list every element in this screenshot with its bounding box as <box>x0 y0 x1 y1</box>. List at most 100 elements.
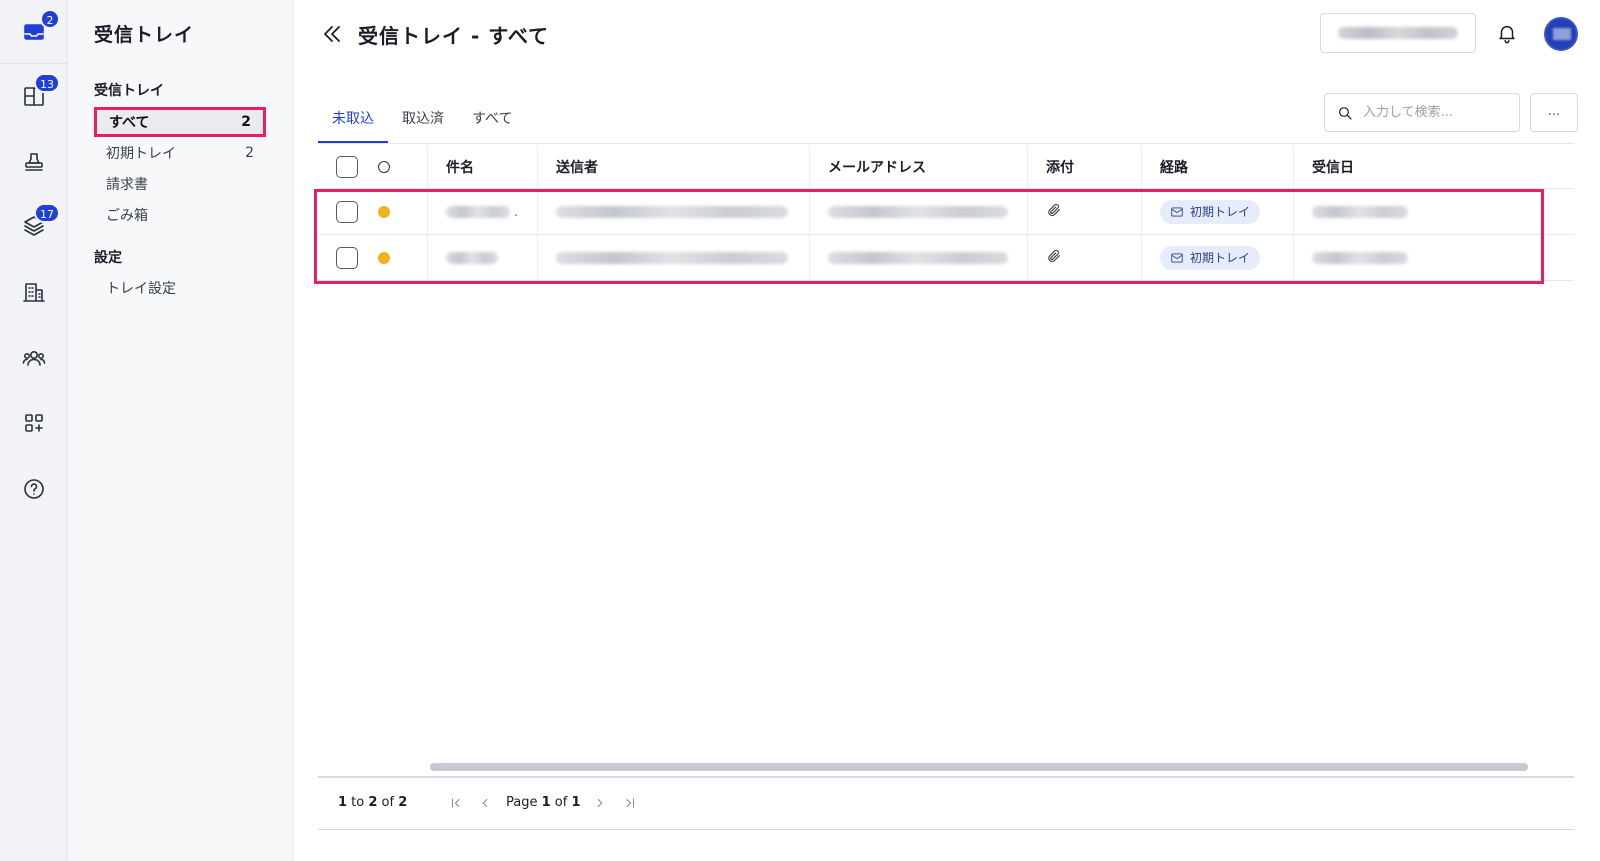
icon-rail: 2 13 17 <box>0 0 68 861</box>
sidebar-section-inbox: 受信トレイ <box>94 83 164 99</box>
mail-icon <box>1171 206 1183 217</box>
page-total: 1 <box>571 795 581 810</box>
table-row[interactable]: 初期トレイ <box>318 235 1574 281</box>
column-header-sender[interactable]: 送信者 <box>538 145 810 188</box>
received-date-cell <box>1294 235 1574 280</box>
column-header-subject[interactable]: 件名 <box>428 145 538 188</box>
count-from: 1 <box>338 795 348 810</box>
route-label: 初期トレイ <box>1190 205 1251 219</box>
page-indicator: Page 1 of 1 <box>506 795 581 810</box>
sidebar-item-label: ごみ箱 <box>106 208 148 224</box>
chevron-left-icon <box>482 799 488 807</box>
horizontal-scrollbar[interactable] <box>430 760 1578 772</box>
count-of-word: of <box>377 795 399 810</box>
help-icon <box>24 479 44 499</box>
tab-not-imported[interactable]: 未取込 <box>318 104 388 144</box>
tab-imported[interactable]: 取込済 <box>388 104 458 144</box>
table-row[interactable]: . 初期トレイ <box>318 189 1574 235</box>
apps-add-icon <box>25 414 43 432</box>
search-icon <box>1339 106 1352 120</box>
mail-icon <box>1171 252 1183 263</box>
sidebar-section-settings: 設定 <box>94 250 122 266</box>
email-cell <box>810 235 1028 280</box>
attachment-button[interactable] <box>1046 202 1062 222</box>
sidebar-item-initial-tray[interactable]: 初期トレイ 2 <box>94 138 266 168</box>
building-icon <box>23 283 45 302</box>
rail-help[interactable] <box>14 469 54 509</box>
sidebar-item-label: トレイ設定 <box>106 281 176 297</box>
more-options-button[interactable]: ... <box>1530 93 1578 132</box>
row-select-cell <box>318 189 428 234</box>
bell-icon <box>1499 25 1515 44</box>
rail-layout[interactable]: 13 <box>14 73 60 116</box>
double-chevron-left-icon <box>324 26 340 42</box>
date-redacted <box>1312 205 1408 218</box>
sidebar-item-trash[interactable]: ごみ箱 <box>94 200 266 230</box>
last-page-button[interactable] <box>620 793 640 813</box>
row-checkbox[interactable] <box>336 200 358 223</box>
column-header-attachment[interactable]: 添付 <box>1028 145 1142 188</box>
next-page-button[interactable] <box>590 793 610 813</box>
attachment-button[interactable] <box>1046 248 1062 268</box>
row-checkbox[interactable] <box>336 246 358 269</box>
read-status-icon <box>378 160 390 173</box>
layers-badge: 17 <box>34 203 60 223</box>
rail-apps[interactable] <box>14 403 54 443</box>
sender-redacted <box>556 251 788 264</box>
rail-inbox[interactable]: 2 <box>14 9 60 52</box>
rail-users[interactable] <box>14 338 54 378</box>
layout-badge: 13 <box>34 73 60 93</box>
secondary-sidebar: 受信トレイ 受信トレイ すべて 2 初期トレイ 2 請求書 ごみ箱 設定 トレイ… <box>68 0 294 861</box>
sidebar-item-label: 請求書 <box>106 177 148 193</box>
search-box[interactable] <box>1324 93 1520 132</box>
subject-ellipsis: . <box>514 204 518 219</box>
footer-bottom-divider <box>318 829 1574 830</box>
sidebar-item-label: 初期トレイ <box>106 146 176 162</box>
sidebar-item-tray-settings[interactable]: トレイ設定 <box>94 273 266 303</box>
footer-divider <box>318 776 1574 778</box>
sidebar-item-invoices[interactable]: 請求書 <box>94 169 266 199</box>
tab-all[interactable]: すべて <box>458 104 526 144</box>
route-label: 初期トレイ <box>1190 251 1251 265</box>
unread-dot <box>378 205 390 218</box>
account-name-redacted <box>1338 27 1458 39</box>
sidebar-item-all[interactable]: すべて 2 <box>94 107 266 137</box>
sidebar-item-label: すべて <box>109 115 150 131</box>
attachment-cell <box>1028 235 1142 280</box>
avatar[interactable] <box>1544 17 1578 51</box>
table-header: 件名 送信者 メールアドレス 添付 経路 受信日 <box>318 145 1574 189</box>
tabs-divider <box>318 143 1574 144</box>
column-header-email[interactable]: メールアドレス <box>810 145 1028 188</box>
scrollbar-thumb[interactable] <box>430 763 1528 771</box>
column-header-route[interactable]: 経路 <box>1142 145 1294 188</box>
email-redacted <box>828 251 1008 264</box>
email-cell <box>810 189 1028 234</box>
page-current: 1 <box>541 795 551 810</box>
first-page-button[interactable] <box>446 793 466 813</box>
previous-page-button[interactable] <box>475 793 495 813</box>
subject-redacted <box>446 251 498 264</box>
header-select-cell <box>318 145 428 188</box>
sidebar-item-count: 2 <box>241 114 251 130</box>
page-word: Page <box>506 795 542 810</box>
rail-stamp[interactable] <box>14 142 54 182</box>
rail-layers[interactable]: 17 <box>14 203 60 246</box>
subject-redacted <box>446 205 510 218</box>
tab-bar: 未取込 取込済 すべて <box>318 104 526 144</box>
subject-cell <box>428 235 538 280</box>
row-count-summary: 1 to 2 of 2 <box>338 795 407 810</box>
column-header-received-date[interactable]: 受信日 <box>1294 145 1574 188</box>
notifications-button[interactable] <box>1496 22 1520 46</box>
received-date-cell <box>1294 189 1574 234</box>
search-input[interactable] <box>1363 105 1513 120</box>
main-content: 受信トレイ - すべて 未取込 取込済 すべて ... 件名 送信者 メールアド… <box>294 0 1600 861</box>
sender-redacted <box>556 205 788 218</box>
collapse-sidebar-button[interactable] <box>320 22 344 46</box>
count-to-word: to <box>347 795 369 810</box>
sender-cell <box>538 235 810 280</box>
inbox-badge: 2 <box>40 9 60 29</box>
account-selector[interactable] <box>1320 13 1476 53</box>
select-all-checkbox[interactable] <box>336 155 358 178</box>
rail-building[interactable] <box>14 272 54 312</box>
row-select-cell <box>318 235 428 280</box>
